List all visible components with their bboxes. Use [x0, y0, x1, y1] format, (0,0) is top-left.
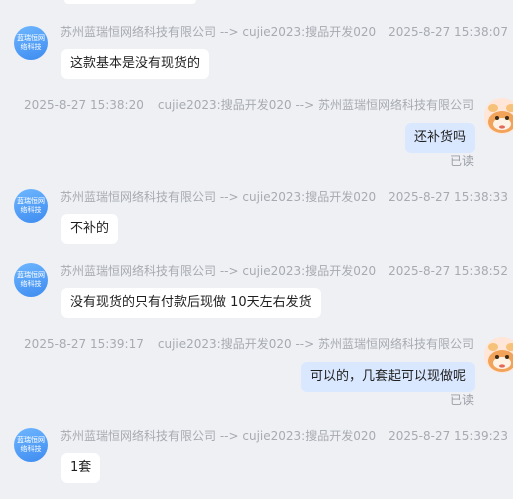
message-meta: 2025-8-27 15:38:20 cujie2023:搜品开发020 --> … [24, 97, 474, 113]
avatar[interactable]: 蓝瑞恒网络科技 [14, 263, 48, 297]
avatar-text: 蓝瑞恒网络科技 [17, 436, 45, 453]
message-bubble[interactable]: 还补货吗 [404, 123, 475, 153]
receiver-name: cujie2023:搜品开发020 [242, 264, 377, 278]
arrow-text: --> [295, 98, 315, 112]
message-meta: 苏州蓝瑞恒网络科技有限公司 --> cujie2023:搜品开发020 2025-… [60, 24, 508, 40]
message-bubble[interactable]: 这款基本是没有现货的 [61, 49, 210, 79]
sender-name: 苏州蓝瑞恒网络科技有限公司 [60, 25, 217, 39]
arrow-text: --> [219, 25, 239, 39]
message-bubble[interactable]: 可以的，几套起可以现做呢 [300, 362, 475, 392]
timestamp: 2025-8-27 15:38:20 [24, 98, 144, 112]
arrow-text: --> [295, 337, 315, 351]
message-bubble[interactable]: 1套 [61, 453, 101, 483]
receiver-name: cujie2023:搜品开发020 [242, 190, 377, 204]
avatar-text: 蓝瑞恒网络科技 [17, 197, 45, 214]
message-bubble[interactable]: 不补的 [61, 214, 119, 244]
read-status: 已读 [449, 154, 474, 168]
avatar[interactable] [484, 337, 513, 373]
timestamp: 2025-8-27 15:38:33 [388, 190, 508, 204]
timestamp: 2025-8-27 15:38:52 [388, 264, 508, 278]
previous-message-bubble [64, 0, 196, 4]
arrow-text: --> [219, 190, 239, 204]
receiver-name: 苏州蓝瑞恒网络科技有限公司 [317, 98, 474, 112]
read-status: 已读 [449, 393, 474, 407]
message-meta: 苏州蓝瑞恒网络科技有限公司 --> cujie2023:搜品开发020 2025-… [60, 428, 508, 444]
arrow-text: --> [219, 264, 239, 278]
receiver-name: cujie2023:搜品开发020 [242, 429, 377, 443]
sender-name: 苏州蓝瑞恒网络科技有限公司 [60, 429, 217, 443]
sender-name: 苏州蓝瑞恒网络科技有限公司 [60, 264, 217, 278]
timestamp: 2025-8-27 15:38:07 [388, 25, 508, 39]
avatar[interactable] [484, 98, 513, 134]
sender-name: 苏州蓝瑞恒网络科技有限公司 [60, 190, 217, 204]
arrow-text: --> [219, 429, 239, 443]
receiver-name: cujie2023:搜品开发020 [242, 25, 377, 39]
message-meta: 苏州蓝瑞恒网络科技有限公司 --> cujie2023:搜品开发020 2025-… [60, 189, 508, 205]
sender-name: cujie2023:搜品开发020 [157, 337, 292, 351]
timestamp: 2025-8-27 15:39:17 [24, 337, 144, 351]
message-meta: 2025-8-27 15:39:17 cujie2023:搜品开发020 --> … [24, 336, 474, 352]
sender-name: cujie2023:搜品开发020 [157, 98, 292, 112]
message-bubble[interactable]: 没有现货的只有付款后现做 10天左右发货 [61, 288, 321, 318]
avatar-text: 蓝瑞恒网络科技 [17, 271, 45, 288]
timestamp: 2025-8-27 15:39:23 [388, 429, 508, 443]
chat-thread: 蓝瑞恒网络科技 苏州蓝瑞恒网络科技有限公司 --> cujie2023:搜品开发… [0, 0, 513, 499]
avatar[interactable]: 蓝瑞恒网络科技 [14, 26, 48, 60]
cartoon-avatar-icon [484, 98, 513, 134]
avatar-text: 蓝瑞恒网络科技 [17, 34, 45, 51]
message-meta: 苏州蓝瑞恒网络科技有限公司 --> cujie2023:搜品开发020 2025-… [60, 263, 508, 279]
cartoon-avatar-icon [484, 337, 513, 373]
receiver-name: 苏州蓝瑞恒网络科技有限公司 [317, 337, 474, 351]
avatar[interactable]: 蓝瑞恒网络科技 [14, 428, 48, 462]
avatar[interactable]: 蓝瑞恒网络科技 [14, 189, 48, 223]
